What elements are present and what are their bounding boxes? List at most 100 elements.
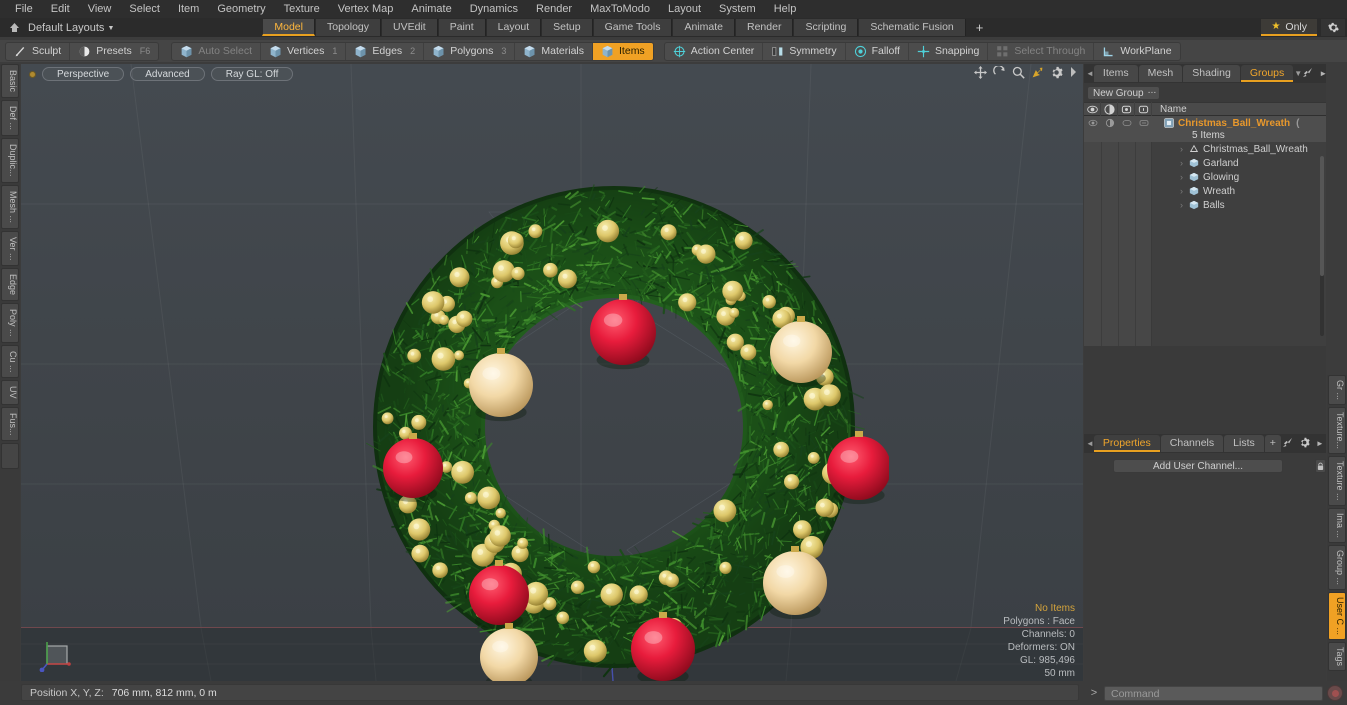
menu-item-item[interactable]: Item [169,0,208,18]
command-input[interactable]: Command [1104,685,1323,701]
layout-tab-model[interactable]: Model [262,19,315,36]
left-rail-tab-edge[interactable]: Edge [1,268,19,302]
left-rail-tab-mesh[interactable]: Mesh ... [1,184,19,229]
properties-tab-properties[interactable]: Properties [1093,435,1160,452]
layout-selector[interactable]: Default Layouts ▼ [0,21,114,35]
tool-button-sculpt[interactable]: Sculpt [6,42,71,60]
tool-button-workplane[interactable]: WorkPlane [1094,43,1179,60]
tool-button-polygons[interactable]: Polygons 3 [424,42,516,60]
item-list-scrollbar[interactable] [1320,156,1324,336]
lock-icon[interactable] [1315,459,1326,473]
panel-more-icon[interactable]: ▼ [1294,69,1302,78]
item-list-row[interactable]: › Wreath [1084,184,1326,198]
properties-tab-lists[interactable]: Lists [1224,435,1264,452]
lock-icon[interactable] [1135,102,1152,116]
right-rail-tab-gr[interactable]: Gr ... [1328,375,1346,405]
right-rail-tab-texture[interactable]: Texture... [1328,407,1346,455]
item-panel-tab-mesh[interactable]: Mesh ... [1138,65,1183,96]
layout-tab-paint[interactable]: Paint [437,19,486,36]
tool-button-snapping[interactable]: Snapping [909,42,989,60]
layout-tab-game-tools[interactable]: Game Tools [592,19,673,36]
menu-item-view[interactable]: View [79,0,121,18]
view-mode-button[interactable]: Perspective [42,67,125,81]
menu-item-render[interactable]: Render [527,0,581,18]
add-layout-tab-button[interactable]: + [966,19,994,36]
left-rail-tab-ver[interactable]: Ver ... [1,230,19,267]
tool-button-items[interactable]: Items [593,42,653,60]
move-icon[interactable] [974,66,987,79]
properties-gear-icon[interactable] [1299,437,1310,451]
left-rail-extra-slot[interactable] [1,443,19,470]
viewport-gear-icon[interactable] [1050,66,1063,79]
right-rail-tab-userc[interactable]: User C ... [1328,591,1346,640]
raygl-button[interactable]: Ray GL: Off [210,67,294,81]
properties-tab-channels[interactable]: Channels [1160,435,1224,452]
tool-button-vertices[interactable]: Vertices 1 [261,42,347,60]
add-user-channel-button[interactable]: Add User Channel... [1113,459,1283,473]
item-list-row[interactable]: › Christmas_Ball_Wreath [1084,142,1326,156]
tool-button-edges[interactable]: Edges 2 [346,42,425,60]
panel-expand-icon[interactable] [1302,67,1313,81]
only-toggle[interactable]: ★ Only [1261,19,1317,36]
menu-item-file[interactable]: File [6,0,42,18]
left-rail-tab-fus[interactable]: Fus... [1,406,19,442]
layout-tab-uvedit[interactable]: UVEdit [381,19,438,36]
menu-item-select[interactable]: Select [120,0,169,18]
menu-item-geometry[interactable]: Geometry [208,0,274,18]
menu-item-help[interactable]: Help [765,0,806,18]
record-icon[interactable] [1327,685,1343,701]
right-rail-tab-texture[interactable]: Texture ... [1328,456,1346,506]
layout-tab-render[interactable]: Render [735,19,794,36]
properties-tab-[interactable]: + [1264,435,1281,452]
tool-button-symmetry[interactable]: Symmetry [763,42,846,60]
tool-button-presets[interactable]: Presets F6 [70,43,158,60]
menu-item-system[interactable]: System [710,0,765,18]
tool-button-materials[interactable]: Materials [515,42,594,60]
properties-expand-icon[interactable] [1282,437,1293,451]
rotate-icon[interactable] [993,65,1006,79]
tool-button-auto-select[interactable]: Auto Select [172,42,262,60]
right-rail-tab-ima[interactable]: Ima ... [1328,507,1346,543]
item-panel-tab-items[interactable]: Items [1093,65,1138,82]
tool-button-select-through[interactable]: Select Through [988,42,1095,60]
menu-item-vertex-map[interactable]: Vertex Map [329,0,403,18]
visibility-icon[interactable] [1084,102,1101,116]
row-visibility-toggle[interactable] [1084,116,1101,130]
left-rail-tab-uv[interactable]: UV [1,380,19,405]
properties-arrow-icon[interactable]: ► [1316,439,1324,448]
layout-tab-animate[interactable]: Animate [672,19,735,36]
menu-item-animate[interactable]: Animate [402,0,460,18]
left-rail-tab-poly[interactable]: Poly ... [1,303,19,343]
layout-tab-scripting[interactable]: Scripting [793,19,859,36]
shading-icon[interactable] [1101,102,1118,116]
gear-icon[interactable] [1321,19,1345,36]
properties-collapse-icon[interactable]: ◄ [1086,439,1094,448]
item-panel-tab-groups[interactable]: Groups [1240,65,1294,82]
item-list-row[interactable]: › Glowing [1084,170,1326,184]
tool-button-falloff[interactable]: Falloff [846,42,909,60]
3d-viewport[interactable]: Perspective Advanced Ray GL: Off No Item… [21,64,1083,681]
shading-mode-button[interactable]: Advanced [130,67,205,81]
left-rail-tab-basic[interactable]: Basic [1,64,19,99]
layout-tab-setup[interactable]: Setup [541,19,593,36]
layout-tab-layout[interactable]: Layout [485,19,542,36]
viewport-menu-dot[interactable] [29,70,36,78]
left-rail-tab-duplic[interactable]: Duplic... [1,138,19,183]
render-icon[interactable] [1118,102,1135,116]
row-render-toggle[interactable] [1118,116,1135,130]
menu-item-dynamics[interactable]: Dynamics [461,0,527,18]
row-lock-toggle[interactable] [1135,116,1152,130]
right-rail-tab-group[interactable]: Group ... [1328,544,1346,590]
panel-arrow-icon[interactable]: ► [1319,69,1327,78]
zoom-icon[interactable] [1012,66,1025,79]
menu-item-layout[interactable]: Layout [659,0,710,18]
layout-tab-topology[interactable]: Topology [314,19,382,36]
row-shading-toggle[interactable] [1101,116,1118,130]
item-list-row[interactable]: › Balls [1084,198,1326,212]
item-list-group-row[interactable]: Christmas_Ball_Wreath ( [1084,116,1326,130]
viewport-arrow-icon[interactable] [1069,66,1077,79]
pan-icon[interactable] [1031,66,1044,79]
left-rail-tab-def[interactable]: Def ... [1,100,19,137]
item-panel-tab-shading[interactable]: Shading [1183,65,1240,82]
left-rail-tab-cu[interactable]: Cu ... [1,344,19,379]
